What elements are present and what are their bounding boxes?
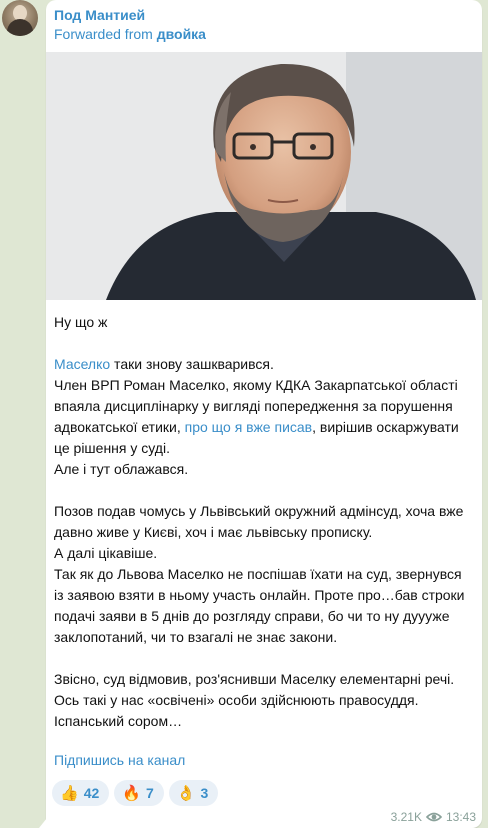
channel-avatar[interactable] [2,0,38,36]
ok-hand-icon: 👌 [176,784,196,802]
eye-icon [425,812,442,822]
post-paragraph-3: Так як до Львова Маселко не поспішав їха… [54,566,465,645]
message-time: 13:43 [445,810,476,824]
message-meta: 3.21K 13:43 [391,810,476,824]
post-line-further: А далі цікавіше. [54,545,158,561]
post-line-intro: Маселко таки знову зашкварився. [54,354,474,375]
post-paragraph-2: Позов подав чомусь у Львівський окружний… [54,503,464,540]
post-paragraph-6: Іспанський сором… [54,713,183,729]
portrait-image [46,52,482,300]
post-intro-rest: таки знову зашкварився. [110,356,274,372]
views-count: 3.21K [390,810,422,824]
reaction-count: 42 [83,785,100,801]
fire-icon: 🔥 [122,784,141,802]
reaction-ok-hand[interactable]: 👌 3 [168,780,219,806]
reaction-fire[interactable]: 🔥 7 [114,780,164,806]
thumbs-up-icon: 👍 [60,784,79,802]
reaction-count: 7 [145,785,154,801]
post-paragraph-5: Ось такі у нас «освічені» особи здійснюю… [54,692,419,708]
forwarded-from: Forwarded from двойка [54,26,206,42]
subscribe-link[interactable]: Підпишись на канал [54,752,185,768]
post-text: Ну що ж Маселко таки знову зашкварився. … [54,312,474,732]
avatar-body [7,19,33,36]
post-paragraph-4: Звісно, суд відмовив, роз'яснивши Маселк… [54,671,455,687]
forwarded-prefix: Forwarded from [54,26,153,42]
post-photo[interactable] [46,52,482,300]
bubble-tail [39,818,47,828]
reactions-bar: 👍 42 🔥 7 👌 3 [52,780,219,806]
post-line-greeting: Ну що ж [54,314,108,330]
reaction-thumbs-up[interactable]: 👍 42 [52,780,110,806]
channel-name[interactable]: Под Мантией [54,7,145,23]
reaction-count: 3 [200,785,209,801]
message-bubble: Под Мантией Forwarded from двойка Ну що … [46,0,482,828]
post-paragraph-1: Член ВРП Роман Маселко, якому КДКА Закар… [54,375,474,459]
hashtag-link-maselko[interactable]: Маселко [54,356,110,372]
forwarded-source-link[interactable]: двойка [157,26,206,42]
previous-post-link[interactable]: про що я вже писав [185,419,313,435]
post-line-fail: Але і тут облажався. [54,461,189,477]
